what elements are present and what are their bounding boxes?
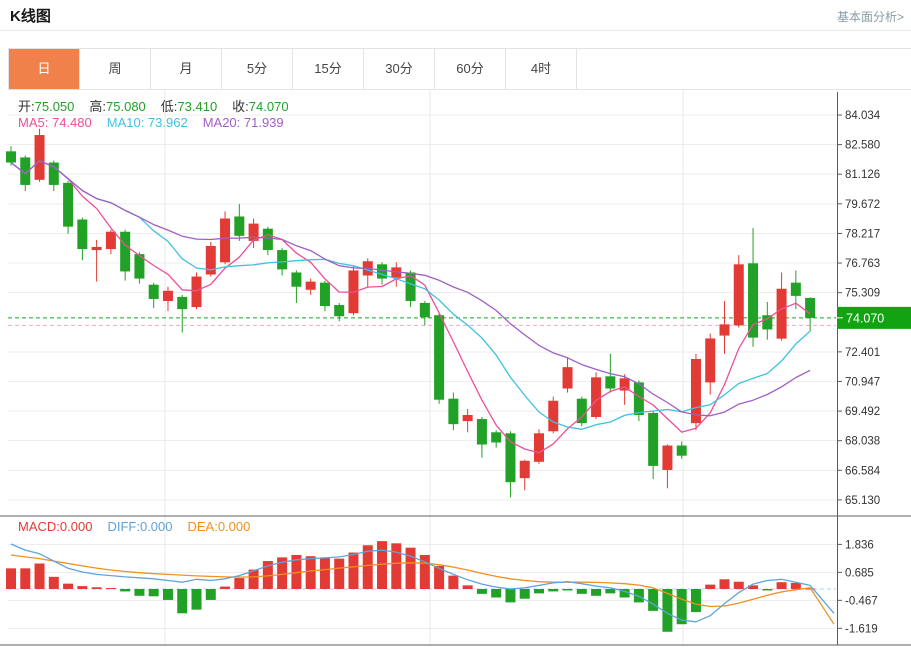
svg-text:84.034: 84.034 xyxy=(845,110,881,122)
ma10-value: MA10: 73.962 xyxy=(107,115,188,130)
tab-60min[interactable]: 60分 xyxy=(435,49,506,89)
svg-text:75.309: 75.309 xyxy=(845,288,880,300)
svg-text:78.217: 78.217 xyxy=(845,228,880,240)
tab-month[interactable]: 月 xyxy=(151,49,222,89)
ohlc-row: 开:75.050 高:75.080 低:73.410 收:74.070 xyxy=(18,96,304,115)
title-divider xyxy=(0,30,911,31)
tab-week[interactable]: 周 xyxy=(80,49,151,89)
ohlc-close: 收:74.070 xyxy=(232,99,288,114)
macd-value: MACD:0.000 xyxy=(18,519,92,534)
ma-legend-row: MA5: 74.480 MA10: 73.962 MA20: 71.939 xyxy=(18,115,299,130)
tab-day[interactable]: 日 xyxy=(9,49,80,89)
macd-axis-labels: 1.836 0.685 -0.467 -1.619 xyxy=(837,539,878,635)
svg-text:81.126: 81.126 xyxy=(845,169,880,181)
candles-layer xyxy=(6,129,815,498)
ma20-value: MA20: 71.939 xyxy=(203,115,284,130)
interval-tabs: 日周月5分15分30分60分4时 xyxy=(8,48,911,90)
dea-value: DEA:0.000 xyxy=(187,519,250,534)
svg-text:68.038: 68.038 xyxy=(845,436,880,448)
tab-15min[interactable]: 15分 xyxy=(293,49,364,89)
macd-histogram xyxy=(6,541,815,632)
ohlc-high: 高:75.080 xyxy=(89,99,145,114)
macd-legend-row: MACD:0.000 DIFF:0.000 DEA:0.000 xyxy=(18,519,265,534)
svg-text:-1.619: -1.619 xyxy=(845,623,878,635)
ohlc-low: 低:73.410 xyxy=(161,99,217,114)
svg-text:79.672: 79.672 xyxy=(845,199,880,211)
svg-text:82.580: 82.580 xyxy=(845,140,880,152)
tab-4hour[interactable]: 4时 xyxy=(506,49,577,89)
svg-text:0.685: 0.685 xyxy=(845,567,874,579)
svg-text:70.947: 70.947 xyxy=(845,376,880,388)
svg-text:66.584: 66.584 xyxy=(845,465,881,477)
page-title: K线图 xyxy=(10,5,51,26)
ohlc-open: 开:75.050 xyxy=(18,99,74,114)
svg-text:-0.467: -0.467 xyxy=(845,595,878,607)
ma5-value: MA5: 74.480 xyxy=(18,115,92,130)
tab-30min[interactable]: 30分 xyxy=(364,49,435,89)
kline-chart[interactable]: 84.034 82.580 81.126 79.672 78.217 76.763 75.3… xyxy=(0,90,911,648)
svg-text:76.763: 76.763 xyxy=(845,258,880,270)
diff-value: DIFF:0.000 xyxy=(107,519,172,534)
svg-text:72.401: 72.401 xyxy=(845,347,880,359)
fundamental-analysis-link[interactable]: 基本面分析> xyxy=(837,8,904,25)
tab-5min[interactable]: 5分 xyxy=(222,49,293,89)
axis xyxy=(0,92,911,645)
tab-bar-filler xyxy=(577,49,911,89)
svg-text:65.130: 65.130 xyxy=(845,495,880,507)
svg-text:69.492: 69.492 xyxy=(845,406,880,418)
svg-text:1.836: 1.836 xyxy=(845,539,874,551)
current-price-tag: 74.070 xyxy=(837,307,911,329)
svg-text:74.070: 74.070 xyxy=(846,311,884,325)
